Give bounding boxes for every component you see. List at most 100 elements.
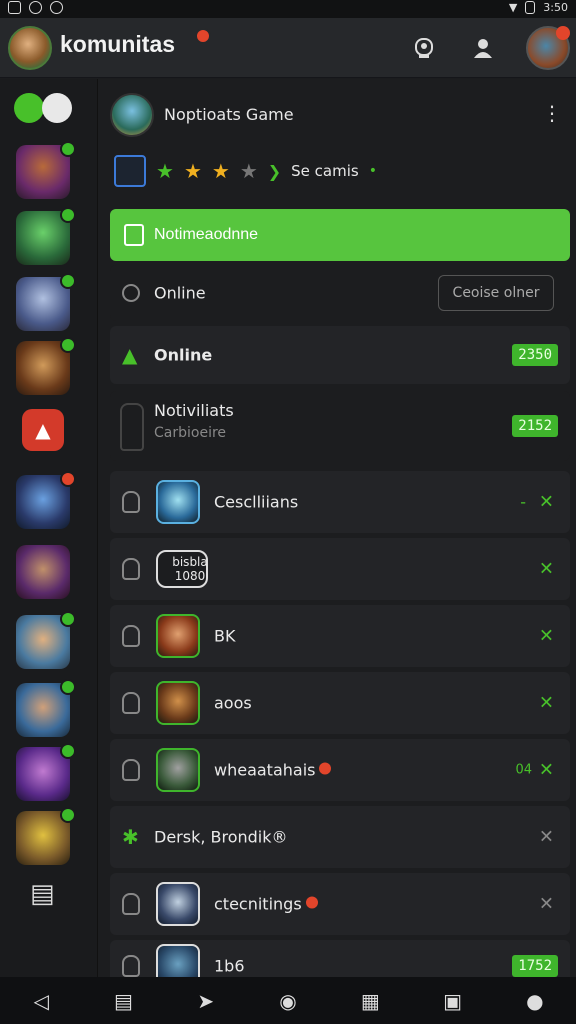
member-side-value: 04	[515, 762, 532, 778]
sidebar-server-7[interactable]	[16, 611, 76, 669]
toggle-green	[14, 93, 44, 123]
square-icon[interactable]: ▣	[433, 989, 473, 1013]
online-filter-row: Online Ceoise olner	[110, 265, 570, 321]
star-icon: ★	[211, 159, 230, 183]
sidebar-pdf-app[interactable]: ▲	[22, 409, 64, 451]
sidebar-server-5[interactable]	[16, 471, 76, 529]
sidebar-server-2[interactable]	[16, 207, 76, 265]
member-row[interactable]: bisbla 1080 ✕	[110, 538, 570, 600]
member-name: BK	[214, 626, 236, 646]
compass-icon[interactable]: ◉	[268, 989, 308, 1013]
member-avatar	[156, 748, 200, 792]
search-icon	[122, 284, 140, 302]
sidebar-server-8[interactable]	[16, 679, 76, 737]
more-options-icon[interactable]: ⋮	[542, 101, 562, 125]
status-bar: ▼ 3:50	[0, 0, 576, 18]
online-section-row[interactable]: ▲ Online 2350	[110, 326, 570, 384]
sidebar-server-1[interactable]	[16, 141, 76, 199]
send-icon[interactable]: ➤	[186, 989, 226, 1013]
member-row[interactable]: BK ✕	[110, 605, 570, 667]
alerts-icon[interactable]	[408, 32, 440, 64]
sidebar-server-3[interactable]	[16, 273, 76, 331]
close-icon[interactable]: ✕	[539, 760, 554, 781]
app-icon	[29, 1, 42, 14]
notification-button[interactable]: Notimeaodnne	[110, 209, 570, 261]
close-icon[interactable]: ✕	[539, 693, 554, 714]
server-badge	[60, 807, 76, 823]
member-name: ctecnitings	[214, 895, 318, 914]
member-avatar	[156, 681, 200, 725]
server-badge	[60, 611, 76, 627]
lock-icon	[122, 759, 140, 781]
sidebar-server-4[interactable]	[16, 337, 76, 395]
document-icon	[124, 224, 144, 246]
member-row[interactable]: ctecnitings ✕	[110, 873, 570, 935]
close-icon[interactable]: ✕	[539, 559, 554, 580]
rating-text[interactable]: Se camis	[291, 162, 359, 180]
gallery-icon[interactable]: ▦	[350, 989, 390, 1013]
bottom-navigation: ◁ ▤ ➤ ◉ ▦ ▣ ●	[0, 977, 576, 1024]
back-icon[interactable]: ◁	[21, 989, 61, 1013]
rating-row: ★ ★ ★ ★ ❯ Se camis •	[114, 153, 574, 189]
game-icon[interactable]	[110, 93, 154, 137]
member-avatar	[156, 882, 200, 926]
puzzle-icon: ✱	[122, 825, 139, 849]
person-icon[interactable]: ●	[515, 989, 555, 1013]
online-section-label: Online	[154, 345, 213, 365]
lock-icon	[122, 954, 140, 977]
lock-icon	[122, 692, 140, 714]
online-label: Online	[154, 283, 206, 303]
close-icon[interactable]: ✕	[539, 626, 554, 647]
member-row[interactable]: 1b6 1752	[110, 940, 570, 988]
server-badge	[60, 141, 76, 157]
sidebar-server-9[interactable]	[16, 743, 76, 801]
user-avatar[interactable]	[526, 26, 570, 70]
close-icon[interactable]: ✕	[539, 492, 554, 513]
avatar-notification-dot	[556, 26, 570, 40]
server-badge	[60, 743, 76, 759]
game-frame-icon[interactable]	[114, 155, 146, 187]
title-notification-dot	[195, 28, 211, 44]
status-toggle[interactable]	[14, 93, 74, 127]
timer-icon	[50, 1, 63, 14]
notifications-title: Notiviliats	[154, 401, 234, 420]
choose-other-button[interactable]: Ceoise olner	[438, 275, 554, 311]
minus-icon[interactable]: -	[520, 493, 526, 512]
app-logo[interactable]	[8, 26, 52, 70]
member-count-badge: 1752	[512, 954, 558, 977]
close-icon[interactable]: ✕	[539, 894, 554, 915]
app-bar: komunitas	[0, 18, 576, 78]
member-row[interactable]: ✱ Dersk, Brondik® ✕	[110, 806, 570, 868]
server-badge	[60, 273, 76, 289]
server-badge	[60, 679, 76, 695]
pdf-icon: ▲	[22, 409, 64, 451]
member-row[interactable]: aoos ✕	[110, 672, 570, 734]
member-row[interactable]: wheaatahais 04 ✕	[110, 739, 570, 801]
document-icon[interactable]: ▤	[103, 989, 143, 1013]
profile-icon[interactable]	[467, 32, 499, 64]
lock-icon	[120, 403, 144, 451]
close-icon[interactable]: ✕	[539, 827, 554, 848]
sidebar-server-10[interactable]	[16, 807, 76, 865]
chevron-right-icon: ❯	[267, 161, 282, 181]
unread-dot	[305, 896, 318, 909]
unread-dot	[319, 762, 332, 775]
member-row[interactable]: Cesclliians - ✕	[110, 471, 570, 533]
member-name: Cesclliians	[214, 492, 299, 512]
game-name: Noptioats Game	[164, 105, 294, 124]
notification-icon	[8, 1, 21, 14]
member-name: 1b6	[214, 956, 245, 976]
game-header: Noptioats Game ⋮	[110, 93, 570, 139]
notifications-row[interactable]: Notiviliats Carbioeire 2152	[110, 391, 570, 461]
member-name: Dersk, Brondik®	[154, 827, 288, 847]
notifications-subtitle: Carbioeire	[154, 425, 227, 441]
app-title: komunitas	[60, 31, 176, 57]
wifi-icon: ▼	[508, 1, 518, 14]
battery-icon	[525, 1, 536, 14]
dot-icon: •	[368, 163, 377, 179]
lock-icon	[122, 491, 140, 513]
add-server-icon[interactable]: ▤	[30, 879, 55, 909]
server-badge	[60, 207, 76, 223]
sidebar-server-6[interactable]	[16, 545, 70, 599]
server-sidebar: ▲ ▤	[0, 79, 98, 977]
